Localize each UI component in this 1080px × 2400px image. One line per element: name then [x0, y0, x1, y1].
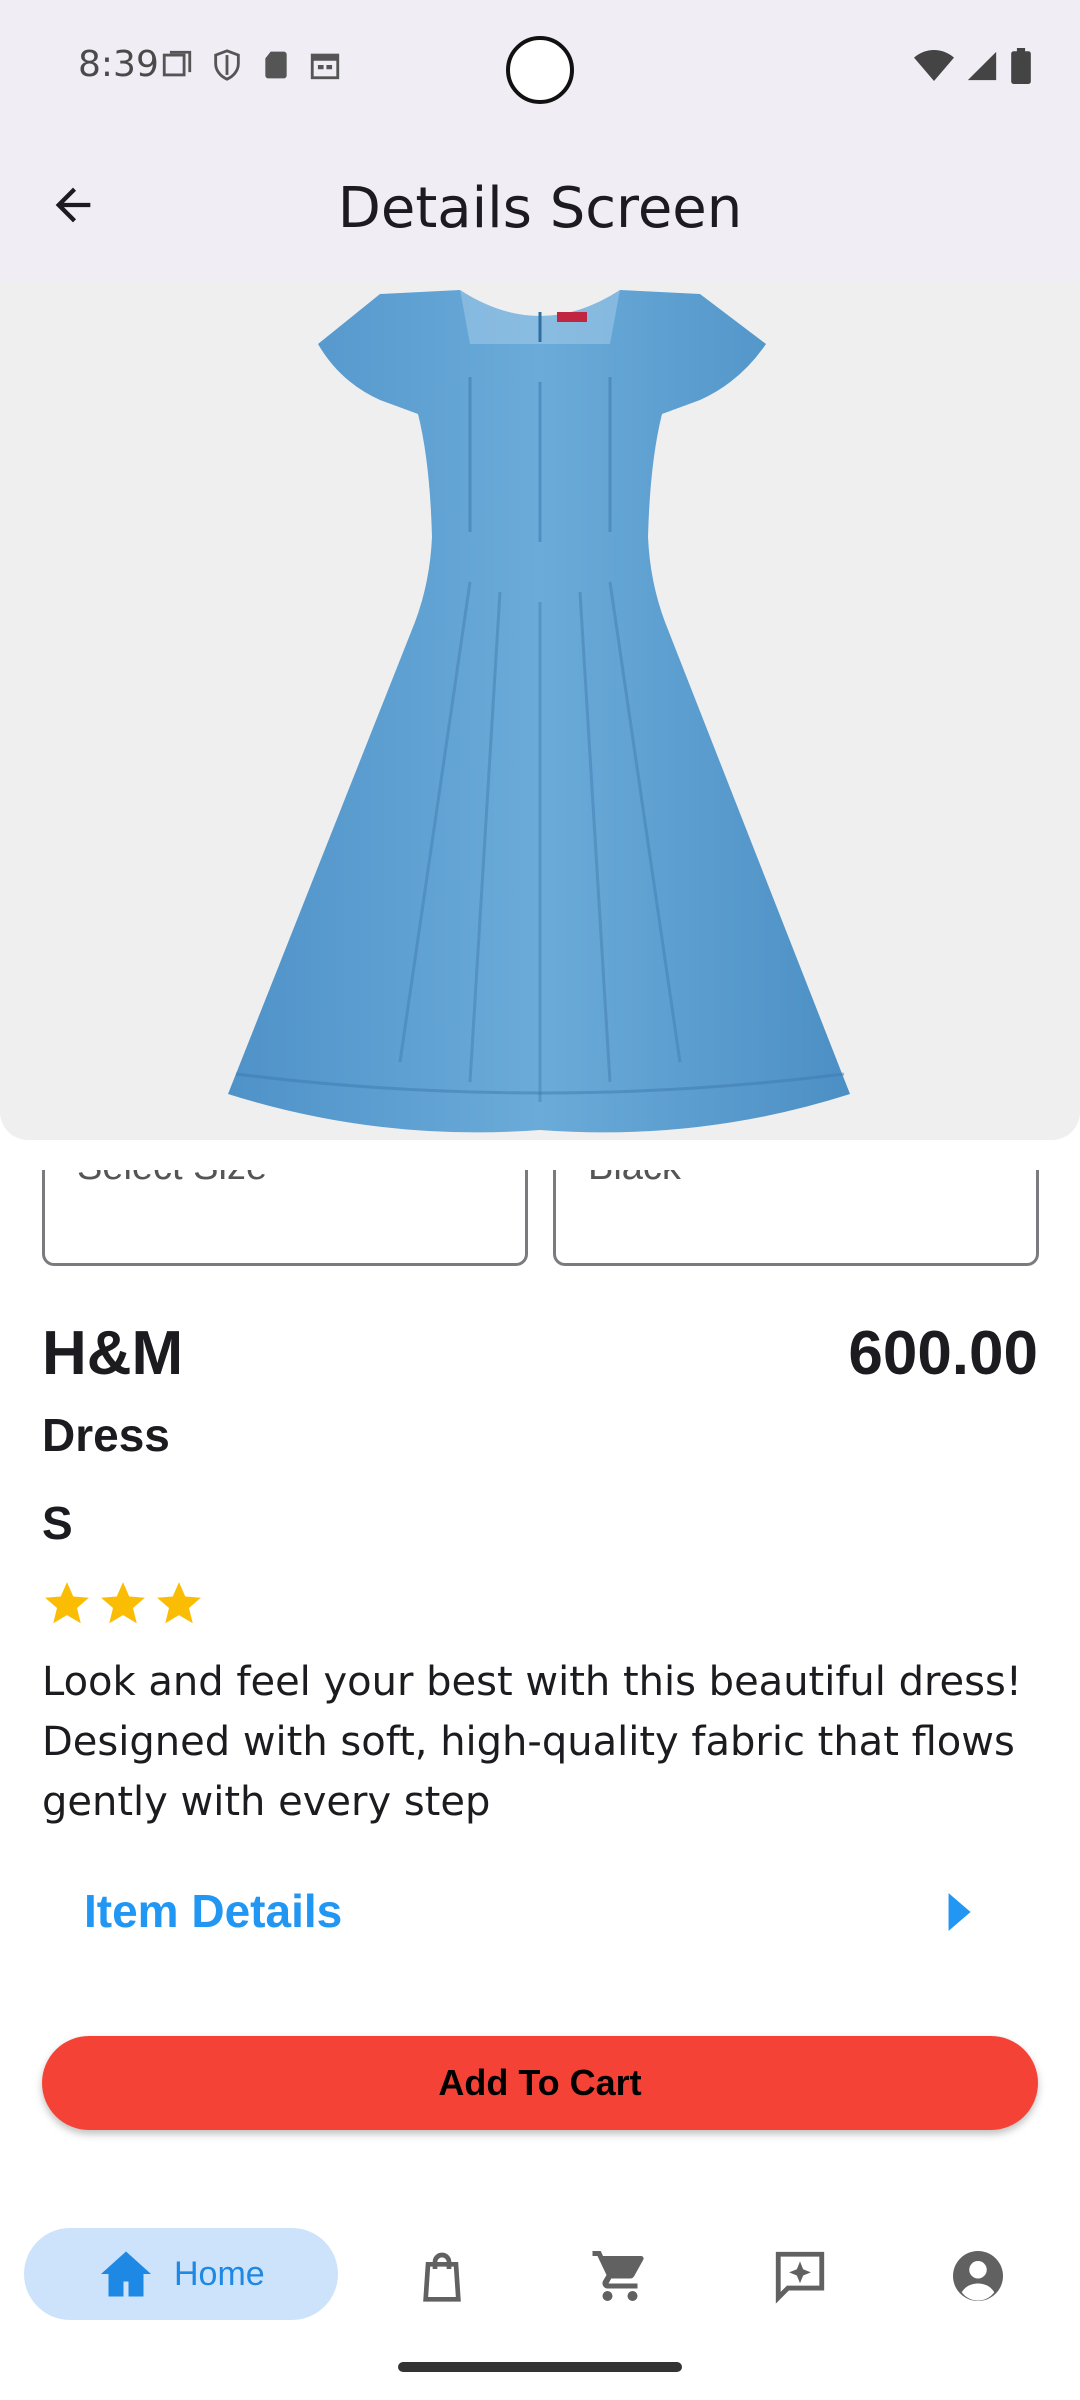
arrow-right-icon — [948, 1893, 971, 1931]
signal-icon — [967, 51, 997, 81]
battery-icon — [1011, 48, 1031, 84]
dress-illustration — [228, 290, 850, 1133]
item-details-label: Item Details — [84, 1885, 343, 1937]
star-icon — [157, 1582, 201, 1624]
wifi-icon — [914, 50, 954, 81]
screenshot-icon — [162, 50, 192, 77]
nav-shopping-bag[interactable] — [412, 2246, 472, 2306]
status-bar: 8:39 — [0, 0, 1080, 140]
color-select-value: Black — [588, 1170, 681, 1189]
nav-cart[interactable] — [590, 2246, 650, 2306]
status-icons-right — [914, 48, 1032, 84]
color-select[interactable]: Black — [553, 1170, 1039, 1266]
shield-icon — [214, 49, 240, 81]
nav-home-label: Home — [174, 2254, 265, 2293]
product-type: Dress — [42, 1409, 170, 1461]
product-brand: H&M — [42, 1319, 184, 1388]
home-icon — [101, 2251, 151, 2297]
product-description: Look and feel your best with this beauti… — [42, 1659, 1022, 1825]
add-to-cart-button[interactable]: Add To Cart — [42, 2036, 1038, 2130]
shopping-bag-icon — [423, 2252, 461, 2302]
product-image — [0, 282, 1080, 1140]
home-indicator — [398, 2362, 682, 2372]
account-icon — [953, 2251, 1003, 2301]
camera-cutout — [506, 36, 574, 104]
sd-card-icon — [265, 51, 287, 79]
chat-sparkle-icon — [775, 2251, 825, 2304]
status-time: 8:39 — [78, 44, 159, 85]
nav-home[interactable]: Home — [24, 2228, 338, 2320]
cart-icon — [592, 2251, 644, 2301]
nav-chat[interactable] — [770, 2246, 830, 2306]
product-size: S — [42, 1497, 73, 1549]
size-select[interactable]: Select Size — [42, 1170, 528, 1266]
star-icon — [101, 1582, 145, 1624]
calendar-icon — [310, 53, 340, 80]
status-icons-left — [160, 48, 342, 82]
item-details-row[interactable]: Item Details — [42, 1866, 1038, 1956]
page-title: Details Screen — [337, 176, 743, 241]
star-icon — [45, 1582, 89, 1624]
bottom-nav: Home — [0, 2190, 1080, 2360]
nav-account[interactable] — [948, 2246, 1008, 2306]
rating-stars — [42, 1578, 204, 1628]
size-select-placeholder: Select Size — [77, 1170, 267, 1189]
product-price: 600.00 — [848, 1319, 1038, 1388]
